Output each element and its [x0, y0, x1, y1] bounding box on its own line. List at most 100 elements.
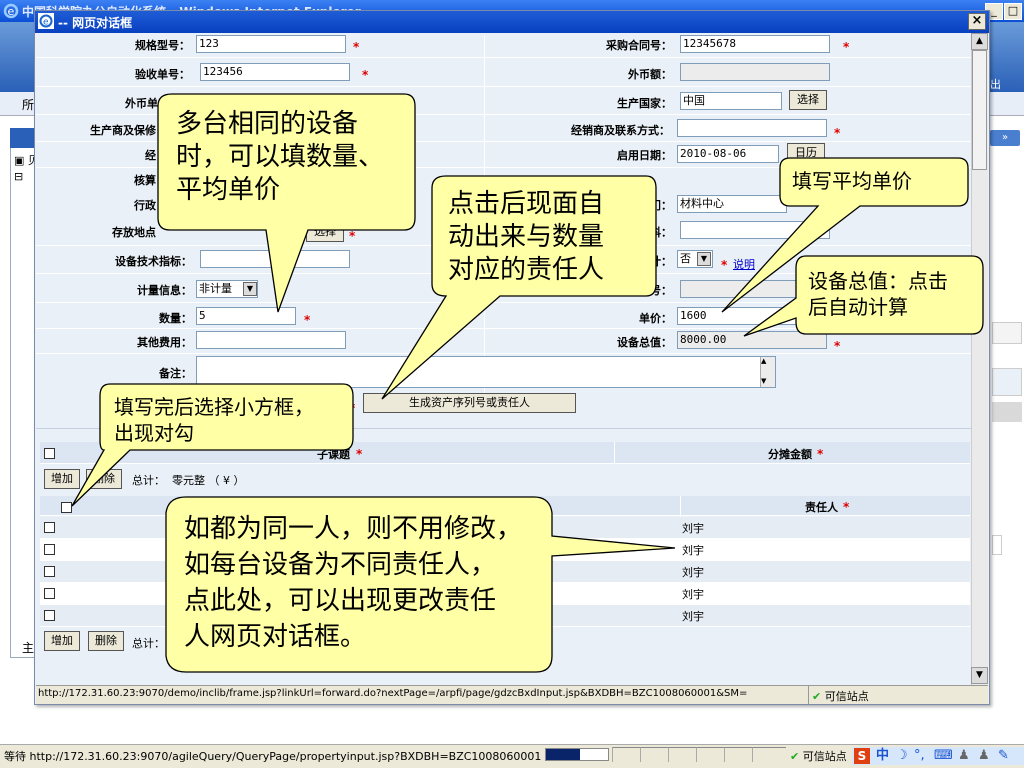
- serial-label: 号：: [650, 284, 672, 297]
- trusted-site-label: 可信站点: [824, 690, 869, 703]
- row-checkbox[interactable]: [44, 610, 55, 621]
- scroll-up-icon[interactable]: ▲: [971, 33, 988, 50]
- person-cell[interactable]: 刘宇: [682, 520, 704, 536]
- callout-line: 填写完后选择小方框，: [114, 395, 314, 419]
- quantity-input[interactable]: 5: [196, 307, 296, 325]
- close-button[interactable]: ×: [968, 13, 986, 30]
- row-checkbox[interactable]: [44, 522, 55, 533]
- other-fee-label: 其他费用：: [137, 336, 192, 349]
- required-mark: *: [362, 68, 369, 82]
- callout-line: 后自动计算: [808, 295, 908, 319]
- tree-expand-icon[interactable]: ⊟: [14, 170, 23, 183]
- row-checkbox[interactable]: [44, 566, 55, 577]
- callout-1-text: 多台相同的设备 时，可以填数量、 平均单价: [176, 108, 384, 207]
- moon-icon[interactable]: ☽: [896, 747, 908, 765]
- background-maximize-button[interactable]: □: [1004, 3, 1022, 20]
- user-icon[interactable]: ♟: [978, 747, 990, 765]
- remark-textarea[interactable]: [196, 356, 776, 388]
- spec-input[interactable]: 123: [196, 35, 346, 53]
- status-cell: [640, 747, 668, 762]
- country-input[interactable]: 中国: [680, 92, 782, 110]
- flag-value: 否: [680, 252, 691, 265]
- keyboard-icon[interactable]: ⌨: [934, 747, 953, 765]
- field-input[interactable]: [680, 221, 830, 239]
- total-value-label: 设备总值：: [617, 336, 672, 349]
- person-cell[interactable]: 刘宇: [682, 564, 704, 580]
- background-scroll-arrows-icon[interactable]: »: [990, 130, 1020, 146]
- split-add-button[interactable]: 增加: [44, 469, 80, 489]
- scroll-thumb[interactable]: [972, 50, 987, 170]
- user-icon[interactable]: ♟: [958, 747, 970, 765]
- dealer-label: 经销商及联系方式：: [571, 124, 670, 137]
- status-cell: [724, 747, 752, 762]
- dialog-titlebar: [35, 11, 989, 33]
- row-checkbox[interactable]: [44, 544, 55, 555]
- tech-spec-input[interactable]: [200, 250, 350, 268]
- required-mark: *: [843, 500, 850, 514]
- person-column-header: 责任人: [805, 501, 838, 514]
- ime-lang-label[interactable]: 中: [876, 747, 889, 765]
- subtopic-column-header: 子课题: [317, 448, 350, 461]
- callout-4-text: 设备总值：点击 后自动计算: [808, 268, 948, 320]
- field-label: 科：: [650, 226, 672, 239]
- scroll-up-icon[interactable]: ▲: [761, 358, 766, 365]
- dealer-input[interactable]: [677, 119, 827, 137]
- start-date-input[interactable]: 2010-08-06: [677, 145, 779, 163]
- callout-line: 时，可以填数量、: [176, 142, 385, 172]
- background-nav-label[interactable]: 所: [22, 96, 34, 113]
- hesuan-label: 核算: [134, 174, 156, 187]
- person-delete-button[interactable]: 删除: [88, 631, 124, 651]
- ime-s-icon[interactable]: S: [854, 748, 870, 764]
- foreign-amount-label: 外币额：: [628, 68, 672, 81]
- person-total-text: 总计：: [132, 637, 165, 650]
- callout-line: 人网页对话框。: [184, 622, 367, 652]
- other-fee-input[interactable]: [196, 331, 346, 349]
- required-mark: *: [817, 447, 824, 461]
- person-cell[interactable]: 刘宇: [682, 542, 704, 558]
- metering-value: 非计量: [199, 282, 232, 295]
- split-select-all-checkbox[interactable]: [44, 448, 55, 459]
- split-total-text: 总计： 零元整 （ ¥ ）: [132, 474, 245, 487]
- explain-link[interactable]: 说明: [733, 256, 755, 272]
- accept-no-input[interactable]: 123456: [200, 63, 350, 81]
- currency-label: 外币单: [125, 97, 158, 110]
- person-add-button[interactable]: 增加: [44, 631, 80, 651]
- tech-spec-label: 设备技术指标：: [115, 255, 192, 268]
- callout-line: 设备总值：点击: [808, 269, 948, 293]
- xingzheng-label: 行政: [134, 199, 156, 212]
- scroll-down-icon[interactable]: ▼: [761, 378, 766, 385]
- contract-input[interactable]: 12345678: [680, 35, 830, 53]
- calendar-button[interactable]: 日历: [787, 143, 825, 163]
- person-select-all-checkbox[interactable]: [61, 502, 72, 513]
- background-main-tab[interactable]: 主: [22, 639, 34, 656]
- progress-fill: [546, 749, 580, 760]
- logout-link[interactable]: 出: [990, 76, 1001, 92]
- foreign-amount-input: [680, 63, 830, 81]
- trusted-site-label: 可信站点: [802, 750, 847, 763]
- check-icon: ✔: [812, 690, 822, 703]
- row-checkbox[interactable]: [44, 588, 55, 599]
- scroll-down-icon[interactable]: ▼: [971, 667, 988, 684]
- trusted-site-zone: ✔ 可信站点: [790, 748, 847, 764]
- jing-label: 经: [145, 149, 156, 162]
- total-value-input: 8000.00: [677, 331, 827, 349]
- wrench-icon[interactable]: ✎: [998, 747, 1009, 765]
- split-delete-button[interactable]: 删除: [86, 469, 122, 489]
- punctuation-icon[interactable]: °,: [914, 747, 925, 765]
- svg-text:e: e: [43, 18, 49, 28]
- chevron-down-icon[interactable]: ▼: [243, 282, 257, 296]
- person-cell[interactable]: 刘宇: [682, 608, 704, 624]
- unit-input[interactable]: 材料中心: [677, 195, 787, 213]
- callout-line: 如都为同一人，则不用修改，: [184, 514, 523, 544]
- row-divider: [36, 328, 971, 329]
- generate-serial-button[interactable]: 生成资产序列号或责任人: [363, 393, 576, 413]
- unit-price-input[interactable]: 1600: [677, 307, 827, 325]
- storage-select-button[interactable]: 选择: [306, 222, 344, 242]
- person-cell[interactable]: 刘宇: [682, 586, 704, 602]
- callout-line: 多台相同的设备: [176, 109, 359, 139]
- spec-label: 规格型号：: [135, 39, 190, 52]
- amount-column-header: 分摊金额: [768, 448, 812, 461]
- row-divider: [36, 86, 971, 87]
- country-select-button[interactable]: 选择: [789, 90, 827, 110]
- chevron-down-icon[interactable]: ▼: [697, 252, 711, 266]
